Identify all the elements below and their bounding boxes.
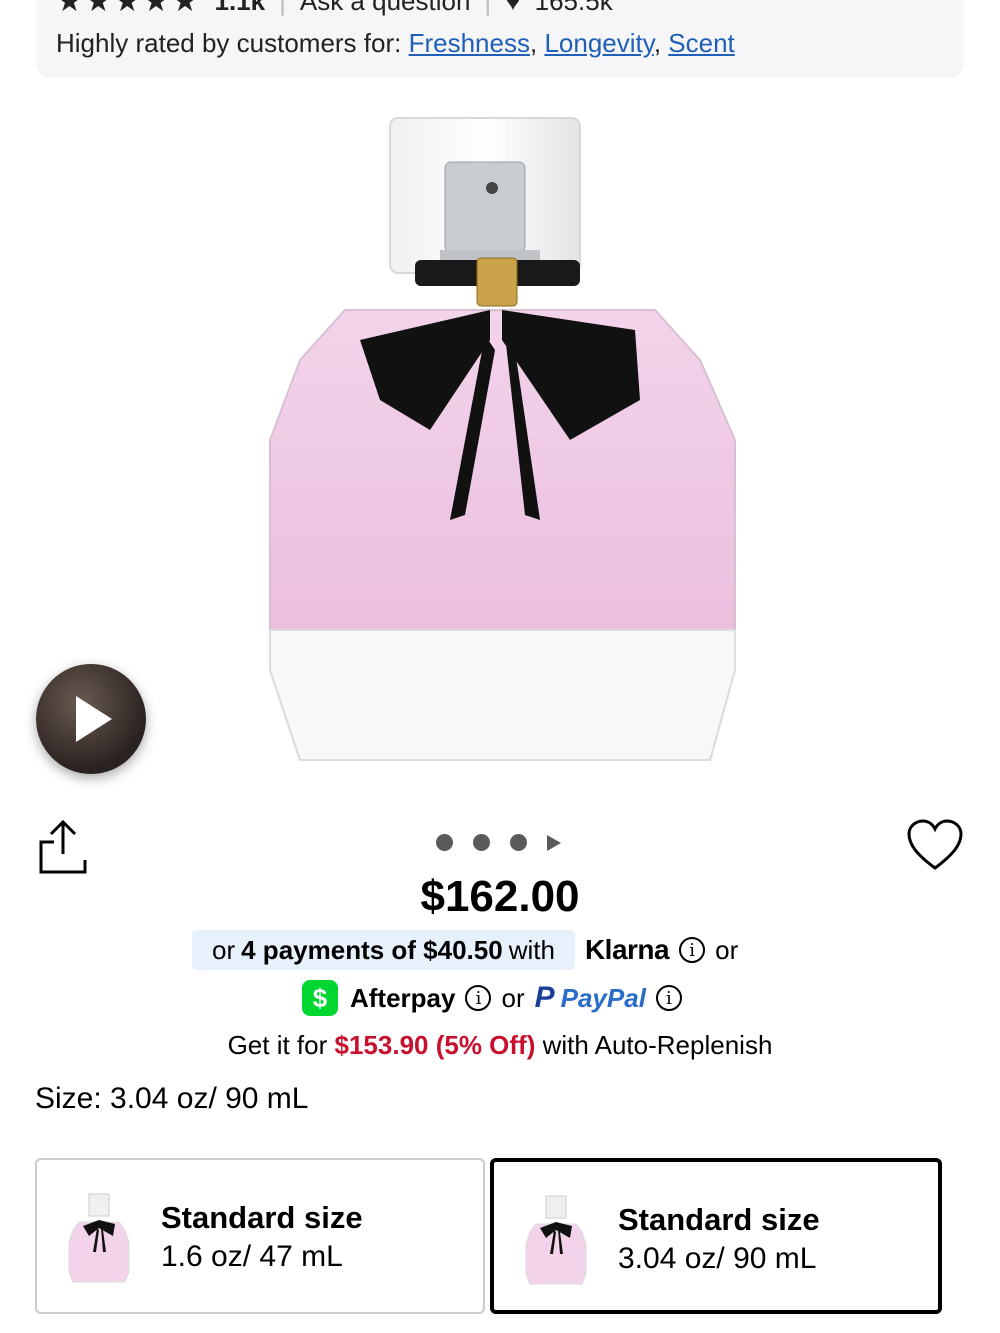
tag-freshness-link[interactable]: Freshness — [409, 28, 530, 58]
paypal-icon: P — [534, 981, 555, 1014]
klarna-prefix: or — [212, 934, 236, 965]
carousel-next-icon[interactable] — [547, 834, 561, 851]
klarna-installments: 4 payments of $40.50 — [241, 934, 503, 965]
divider: | — [484, 0, 492, 16]
cashapp-icon: $ — [302, 980, 338, 1016]
product-thumbnail — [525, 1195, 587, 1285]
auto-prefix: Get it for — [227, 1030, 328, 1060]
product-price: $162.00 — [420, 872, 580, 921]
rating-row: ★★★★★ 1.1k | Ask a question | ♥ 165.5k — [56, 0, 613, 19]
video-play-button[interactable] — [36, 664, 146, 774]
size-option-volume: 1.6 oz/ 47 mL — [161, 1240, 343, 1273]
paypal-label[interactable]: PayPal — [561, 983, 646, 1014]
star-rating[interactable]: ★★★★★ — [56, 0, 200, 19]
klarna-with: with — [508, 934, 555, 965]
size-label: Size: 3.04 oz/ 90 mL — [35, 1082, 309, 1115]
carousel-dots — [436, 834, 561, 851]
divider: | — [279, 0, 286, 16]
klarna-logo: Klarna — [584, 934, 670, 965]
klarna-line: or 4 payments of $40.50 with Klarna i or — [192, 930, 738, 970]
size-option-47ml[interactable]: Standard size 1.6 oz/ 47 mL — [35, 1158, 485, 1314]
heart-filled-icon[interactable]: ♥ — [505, 0, 520, 17]
auto-replenish-price: $153.90 (5% Off) — [334, 1030, 536, 1060]
loves-count: 165.5k — [534, 0, 613, 16]
afterpay-label[interactable]: Afterpay — [350, 983, 455, 1014]
auto-replenish-line: Get it for $153.90 (5% Off) with Auto-Re… — [0, 1030, 1000, 1061]
highly-rated-label: Highly rated by customers for: — [56, 28, 402, 58]
auto-suffix: with Auto-Replenish — [542, 1030, 773, 1060]
heart-icon[interactable] — [906, 818, 964, 872]
carousel-dot[interactable] — [473, 834, 490, 851]
carousel-dot[interactable] — [510, 834, 527, 851]
ask-question-link[interactable]: Ask a question — [300, 0, 471, 17]
tag-longevity-link[interactable]: Longevity — [544, 28, 653, 58]
afterpay-info-icon[interactable]: i — [465, 985, 492, 1011]
bnpl-line: $ Afterpay i or P PayPal i — [302, 978, 692, 1018]
size-option-90ml[interactable]: Standard size 3.04 oz/ 90 mL — [490, 1158, 942, 1314]
product-thumbnail — [68, 1193, 130, 1283]
size-option-volume: 3.04 oz/ 90 mL — [618, 1242, 817, 1275]
or-text: or — [501, 982, 525, 1013]
highly-rated-line: Highly rated by customers for: Freshness… — [56, 28, 735, 58]
product-image[interactable] — [240, 110, 760, 810]
size-option-title: Standard size — [161, 1200, 363, 1235]
share-icon[interactable] — [38, 820, 88, 874]
paypal-info-icon[interactable]: i — [655, 985, 682, 1011]
size-option-title: Standard size — [618, 1202, 820, 1237]
tag-scent-link[interactable]: Scent — [668, 28, 735, 58]
play-icon — [76, 696, 112, 742]
carousel-dot[interactable] — [436, 834, 453, 851]
review-count[interactable]: 1.1k — [214, 0, 265, 17]
klarna-payment-pill[interactable]: or 4 payments of $40.50 with — [192, 930, 575, 970]
klarna-info-icon[interactable]: i — [679, 937, 706, 963]
or-text: or — [715, 934, 739, 965]
